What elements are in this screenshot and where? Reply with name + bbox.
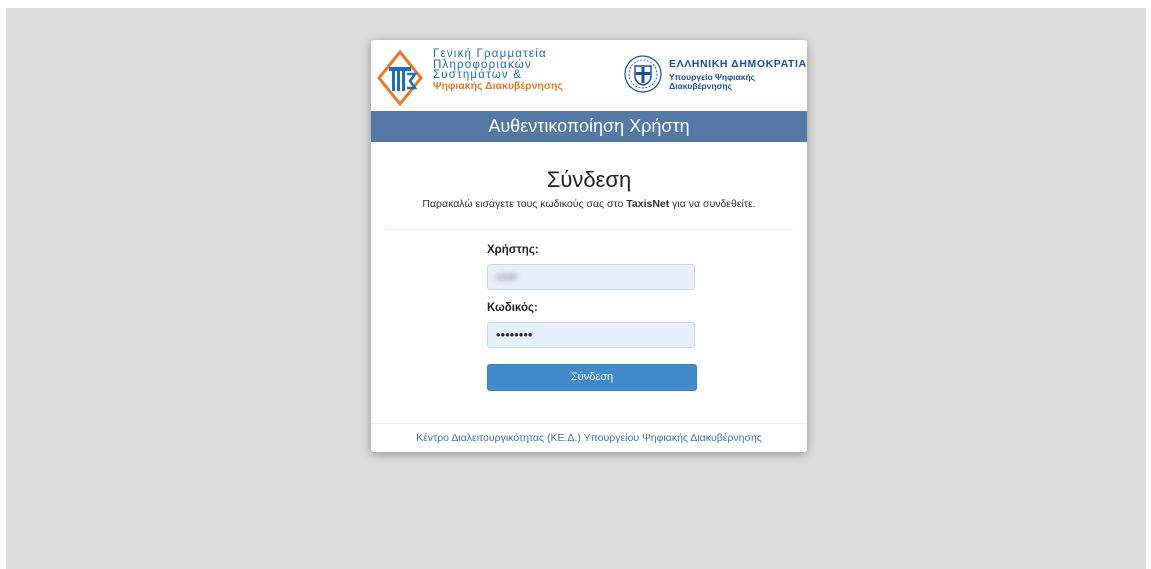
ked-link[interactable]: Κέντρο Διαλειτουργικότητας (ΚΕ.Δ.) Υπουρ… [416,432,762,444]
gsis-logo-text: Γενική Γραμματεία Πληροφοριακών Συστημάτ… [433,49,563,91]
page-background: Γενική Γραμματεία Πληροφοριακών Συστημάτ… [6,8,1146,569]
taxisnet-label: TaxisNet [626,198,670,210]
auth-header: Αυθεντικοποίηση Χρήστη [371,111,807,142]
login-instructions: Παρακαλώ εισάγετε τους κωδικούς σας στο … [385,198,793,210]
login-card: Γενική Γραμματεία Πληροφοριακών Συστημάτ… [371,40,807,452]
password-label: Κωδικός: [487,302,538,314]
login-button[interactable]: Σύνδεση [487,364,697,391]
greek-emblem-icon [624,55,662,93]
gsis-line-4: Ψηφιακής Διακυβέρνησης [433,79,563,92]
password-value: •••••••• [496,327,533,342]
username-value: user [496,271,518,283]
gsis-line-3: Συστημάτων & [433,69,523,81]
footer: Κέντρο Διαλειτουργικότητας (ΚΕ.Δ.) Υπουρ… [371,423,807,452]
page-title: Σύνδεση [546,167,632,192]
username-label: Χρήστης: [487,244,539,256]
password-input[interactable]: •••••••• [487,322,695,348]
ministry-line-2: Διακυβέρνησης [669,81,733,91]
instructions-text-end: για να συνδεθείτε. [669,198,756,210]
greek-republic-title: ΕΛΛΗΝΙΚΗ ΔΗΜΟΚΡΑΤΙΑ [669,58,807,70]
gsis-logo-icon [377,50,423,106]
login-form: Χρήστης: user Κωδικός: •••••••• Σύνδεση [371,230,807,425]
instructions-text: Παρακαλώ εισάγετε τους κωδικούς σας στο [422,198,627,210]
gsis-line-1: Γενική Γραμματεία [433,48,547,60]
username-input[interactable]: user [487,264,695,290]
logo-bar: Γενική Γραμματεία Πληροφοριακών Συστημάτ… [371,40,807,111]
login-intro: Σύνδεση Παρακαλώ εισάγετε τους κωδικούς … [385,142,793,230]
greek-republic-text: ΕΛΛΗΝΙΚΗ ΔΗΜΟΚΡΑΤΙΑ Υπουργείο Ψηφιακής Δ… [669,58,807,91]
